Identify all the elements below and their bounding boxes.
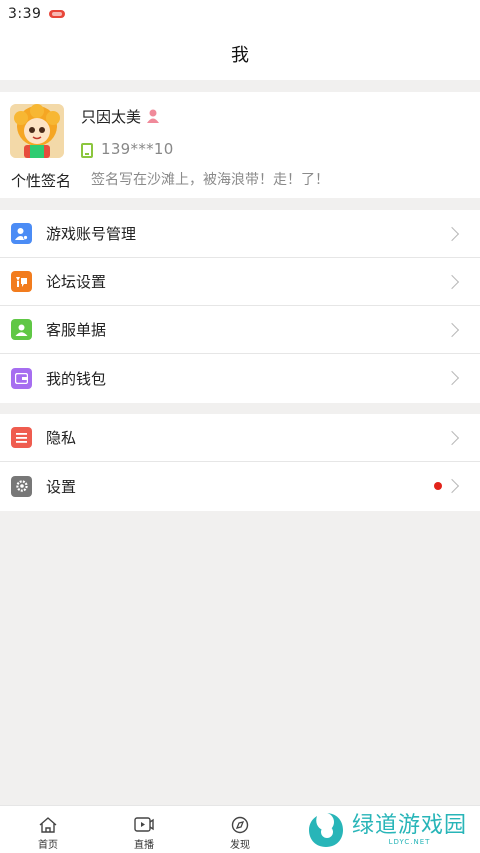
- chevron-right-icon: [444, 430, 460, 445]
- status-time: 3:39: [8, 6, 42, 22]
- menu-item-game-account[interactable]: 游戏账号管理: [0, 210, 480, 258]
- menu-item-wallet[interactable]: 我的钱包: [0, 354, 480, 402]
- tab-label: 发现: [230, 840, 250, 851]
- tab-discover[interactable]: 发现: [210, 806, 270, 853]
- tab-label: 首页: [38, 840, 58, 851]
- female-gender-icon: [147, 109, 159, 123]
- watermark-text: 绿道游戏园: [352, 812, 468, 838]
- signature-text[interactable]: 签名写在沙滩上，被海浪带！走！了！: [91, 169, 329, 189]
- menu-item-label: 设置: [46, 477, 77, 496]
- home-icon: [39, 817, 57, 833]
- menu-item-label: 客服单据: [46, 321, 107, 339]
- chevron-right-icon: [444, 370, 460, 386]
- menu-item-label: 我的钱包: [46, 369, 107, 388]
- notification-app-icon: [49, 10, 66, 18]
- status-bar: 3:39: [0, 0, 480, 28]
- live-video-icon: [134, 817, 154, 832]
- chevron-right-icon: [444, 478, 460, 494]
- menu-item-label: 论坛设置: [46, 273, 107, 291]
- avatar[interactable]: [10, 104, 64, 158]
- phone-icon: [81, 143, 93, 158]
- menu-item-label: 隐私: [46, 429, 77, 447]
- chevron-right-icon: [444, 226, 460, 241]
- tab-home[interactable]: 首页: [18, 806, 78, 853]
- avatar-image: [10, 104, 64, 158]
- menu-item-customer-service[interactable]: 客服单据: [0, 306, 480, 354]
- menu-item-label: 游戏账号管理: [46, 225, 137, 243]
- username: 只因太美: [81, 108, 142, 126]
- menu-item-forum-settings[interactable]: 论坛设置: [0, 258, 480, 306]
- menu-item-privacy[interactable]: 隐私: [0, 414, 480, 462]
- page-title: 我: [231, 45, 249, 66]
- forum-icon: [11, 271, 32, 292]
- menu-item-settings[interactable]: 设置: [0, 462, 480, 510]
- tab-label: 直播: [134, 840, 154, 851]
- signature-label: 个性签名: [11, 172, 72, 190]
- site-watermark: 绿道游戏园 LDYC.NET: [302, 806, 480, 853]
- menu-group-system: 隐私 设置: [0, 414, 480, 511]
- nav-bar: 我: [0, 28, 480, 80]
- tab-live[interactable]: 直播: [114, 806, 174, 853]
- phone-number: 139***10: [101, 140, 174, 158]
- settings-gear-icon: [11, 475, 32, 497]
- watermark-logo-icon: [309, 812, 343, 847]
- menu-group-account: 游戏账号管理 论坛设置 客服单据 我的钱包: [0, 210, 480, 403]
- customer-service-icon: [11, 319, 32, 340]
- chevron-right-icon: [444, 274, 460, 289]
- discover-icon: [231, 816, 249, 834]
- chevron-right-icon: [444, 322, 460, 337]
- privacy-icon: [11, 427, 32, 448]
- wallet-icon: [11, 367, 32, 389]
- notification-dot: [434, 482, 442, 490]
- user-account-icon: [11, 223, 32, 244]
- watermark-subtext: LDYC.NET: [388, 837, 431, 846]
